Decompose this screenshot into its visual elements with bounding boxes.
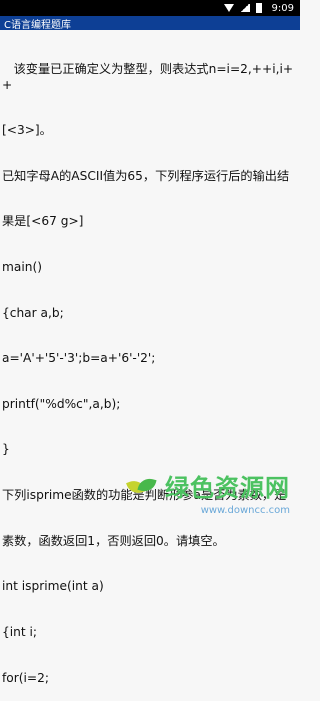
watermark: 绿色资源网 www.downcc.com [125,468,290,516]
watermark-text: 绿色资源网 [165,474,290,502]
status-icons: 9:09 [223,2,294,14]
content-line: 素数，函数返回1，否则返回0。请填空。 [2,533,225,548]
leaf-logo-icon [125,474,159,498]
content-line: main() [2,260,42,275]
content-line: int isprime(int a) [2,579,104,594]
content-line: 已知字母A的ASCII值为65，下列程序运行后的输出结 [2,168,290,183]
content-line: a='A'+'5'-'3';b=a+'6'-'2'; [2,351,156,366]
status-bar: 9:09 [0,0,300,16]
content-line: } [2,442,10,457]
content-line: for(i=2; [2,670,49,685]
content-line: 果是[<67 g>] [2,214,84,229]
battery-icon [255,3,262,13]
content-line: [<3>]。 [2,123,52,138]
signal-icon [239,4,250,12]
app-title-bar: C语言编程题库 [0,16,300,31]
watermark-title: 绿色资源网 [125,468,290,503]
wifi-icon [223,4,234,12]
app-title: C语言编程题库 [4,19,71,31]
watermark-url: www.downcc.com [200,505,290,516]
content-line: printf("%d%c",a,b); [2,396,121,411]
content-line: 该变量已正确定义为整型，则表达式n=i=2,++i,i++ [2,62,294,92]
content-line: {char a,b; [2,305,64,320]
status-time: 9:09 [271,2,294,14]
question-content[interactable]: 该变量已正确定义为整型，则表达式n=i=2,++i,i++ [<3>]。 已知字… [0,30,300,701]
content-line: {int i; [2,624,38,639]
